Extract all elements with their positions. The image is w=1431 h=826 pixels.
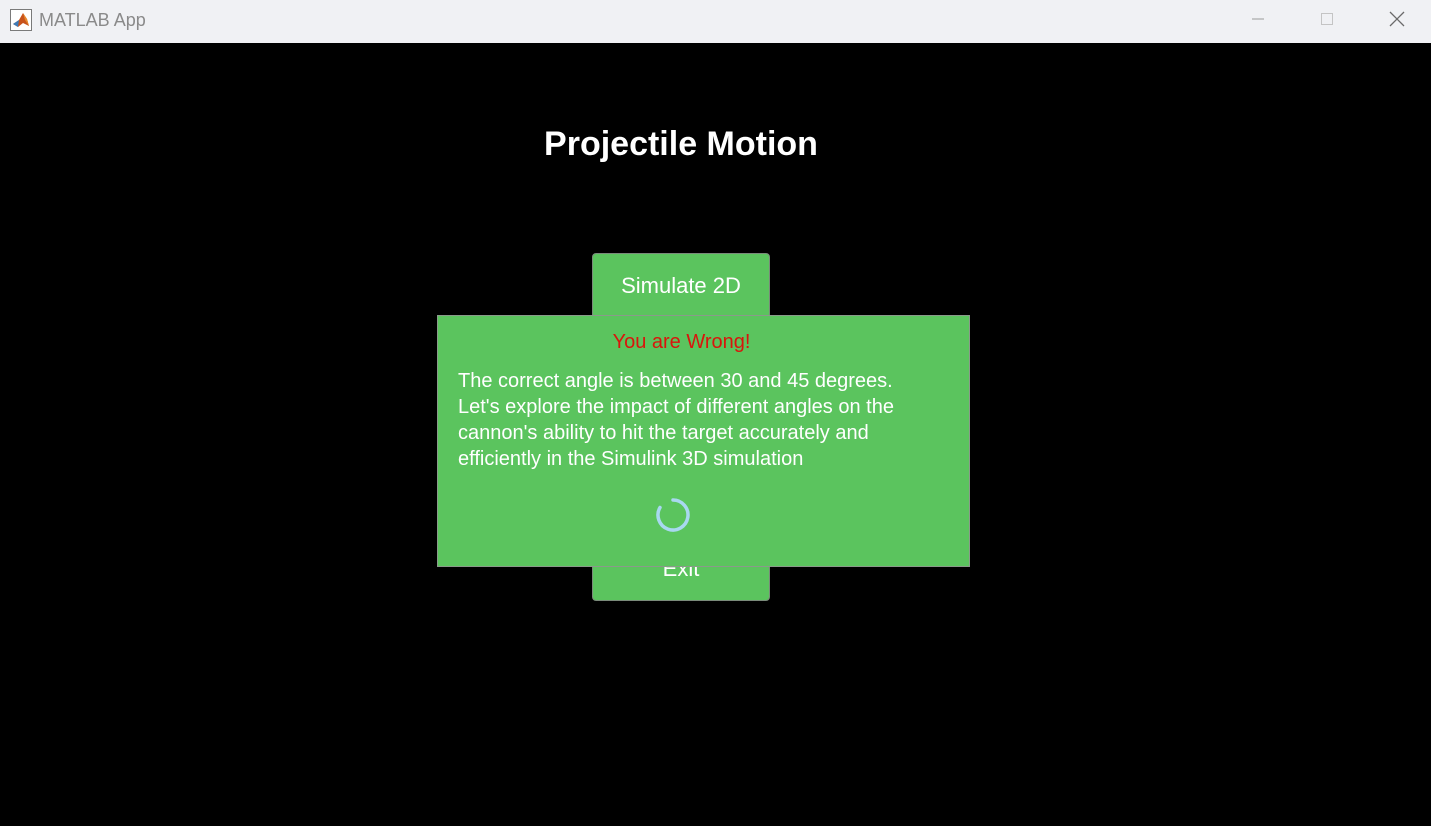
window-title: MATLAB App	[39, 10, 146, 30]
title-bar: MATLAB App	[0, 0, 1431, 43]
maximize-icon	[1319, 11, 1335, 32]
app-window: MATLAB App Projectile Motion Simulate 2D…	[0, 0, 1431, 826]
dialog-title: You are Wrong!	[612, 331, 751, 353]
minimize-button[interactable]	[1223, 0, 1293, 43]
close-icon	[1388, 10, 1406, 33]
main-panel: Projectile Motion Simulate 2D Exit You a…	[0, 43, 1431, 826]
close-button[interactable]	[1362, 0, 1431, 43]
result-dialog: You are Wrong! The correct angle is betw…	[437, 315, 970, 567]
page-title: Projectile Motion	[544, 125, 818, 163]
dialog-message: The correct angle is between 30 and 45 d…	[458, 370, 894, 470]
minimize-icon	[1250, 11, 1266, 32]
maximize-button[interactable]	[1292, 0, 1362, 43]
simulate-2d-button[interactable]: Simulate 2D	[592, 253, 770, 319]
matlab-logo-icon	[10, 9, 32, 31]
loading-spinner-icon	[655, 497, 691, 533]
